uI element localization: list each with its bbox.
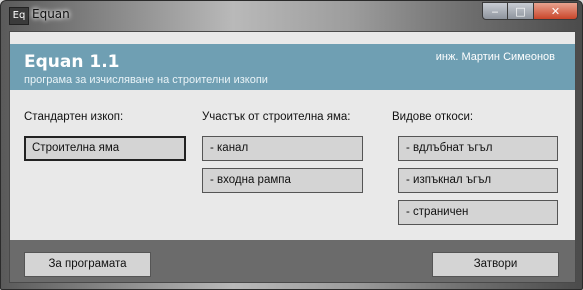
convex-corner-button[interactable]: - изпъкнал ъгъл (398, 168, 558, 193)
app-subtitle: програма за изчисляване на строителни из… (24, 74, 268, 86)
concave-corner-button[interactable]: - вдлъбнат ъгъл (398, 136, 558, 161)
app-window: Eq Equan ‒ □ ✕ Equan 1.1 програма за изч… (0, 0, 583, 290)
construction-pit-button[interactable]: Строителна яма (24, 136, 186, 161)
window-title: Equan (32, 7, 70, 21)
standard-excavation-label: Стандартен изкоп: (24, 111, 124, 123)
caption-buttons: ‒ □ ✕ (482, 2, 578, 21)
maximize-icon: □ (515, 4, 526, 18)
side-slope-button[interactable]: - страничен (398, 200, 558, 225)
title-bar[interactable]: Eq Equan ‒ □ ✕ (1, 1, 583, 31)
minimize-button[interactable]: ‒ (482, 2, 508, 20)
minimize-icon: ‒ (491, 4, 499, 18)
client-area: Equan 1.1 програма за изчисляване на стр… (9, 31, 576, 283)
author-label: инж. Мартин Симеонов (435, 51, 555, 63)
app-title: Equan 1.1 (24, 52, 120, 72)
slope-types-label: Видове откоси: (392, 111, 474, 123)
app-icon: Eq (9, 7, 29, 25)
close-icon: ✕ (550, 4, 561, 18)
about-button[interactable]: За програмата (24, 252, 151, 277)
channel-button[interactable]: - канал (202, 136, 363, 161)
pit-section-label: Участък от строителна яма: (202, 111, 351, 123)
close-button[interactable]: Затвори (432, 252, 559, 277)
close-window-button[interactable]: ✕ (534, 2, 578, 20)
header-banner: Equan 1.1 програма за изчисляване на стр… (10, 44, 575, 90)
entry-ramp-button[interactable]: - входна рампа (202, 168, 363, 193)
maximize-button[interactable]: □ (508, 2, 534, 20)
footer-bar: За програмата Затвори (10, 240, 575, 282)
